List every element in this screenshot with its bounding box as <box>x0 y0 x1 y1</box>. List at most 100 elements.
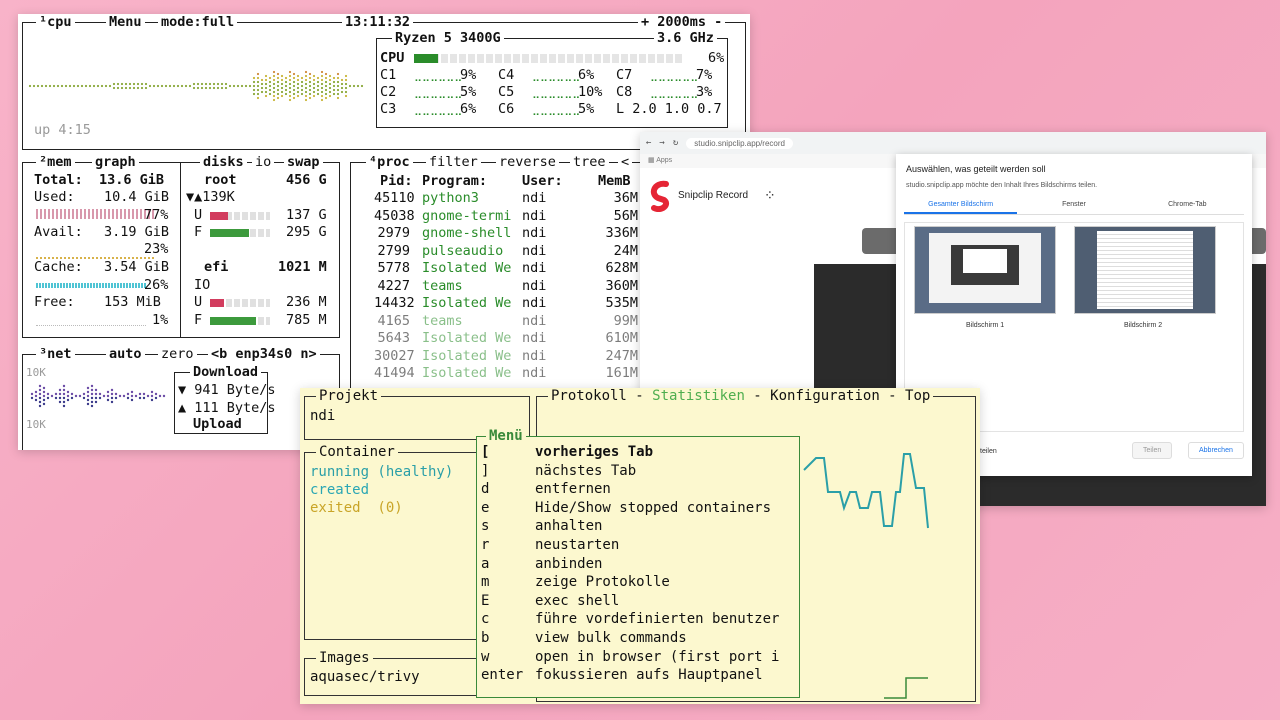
menu-item[interactable]: enter fokussieren aufs Hauptpanel <box>481 666 763 685</box>
mode-label[interactable]: mode:full <box>158 14 238 30</box>
proc-pid[interactable]: 5778 <box>374 260 410 277</box>
proc-mem[interactable]: 24M <box>598 243 638 260</box>
proc-pid[interactable]: 30027 <box>374 348 415 365</box>
menu-item[interactable]: b view bulk commands <box>481 629 687 648</box>
tab-protokoll[interactable]: Protokoll <box>551 388 627 404</box>
proc-header-program[interactable]: Program: <box>422 173 487 190</box>
proc-user[interactable]: ndi <box>522 365 546 382</box>
proc-mem[interactable]: 336M <box>598 225 638 242</box>
menu-item[interactable]: [vorheriges Tab <box>481 443 653 462</box>
proc-user[interactable]: ndi <box>522 208 546 225</box>
tab-window[interactable]: Fenster <box>1017 197 1130 214</box>
menu-item[interactable]: Eexec shell <box>481 592 619 611</box>
proc-user[interactable]: ndi <box>522 330 546 347</box>
tab-statistiken[interactable]: Statistiken <box>652 388 745 404</box>
proc-program[interactable]: Isolated We <box>422 295 511 312</box>
menu-item[interactable]: ] nächstes Tab <box>481 462 636 481</box>
share-audio-label[interactable]: teilen <box>980 448 997 455</box>
proc-header-user[interactable]: User: <box>522 173 563 190</box>
proc-sort-prev[interactable]: < <box>618 154 633 170</box>
proc-program[interactable]: pulseaudio <box>422 243 503 260</box>
container-exited[interactable]: exited (0) <box>310 500 403 517</box>
proc-user[interactable]: ndi <box>522 260 546 277</box>
proc-program[interactable]: Isolated We <box>422 365 511 382</box>
proc-program[interactable]: teams <box>422 278 463 295</box>
proc-program[interactable]: python3 <box>422 190 479 207</box>
proc-user[interactable]: ndi <box>522 295 546 312</box>
proc-pid[interactable]: 5643 <box>374 330 410 347</box>
proc-user[interactable]: ndi <box>522 190 546 207</box>
proc-mem[interactable]: 628M <box>598 260 638 277</box>
proc-pid[interactable]: 45110 <box>374 190 415 207</box>
cancel-button[interactable]: Abbrechen <box>1188 442 1244 459</box>
proc-mem[interactable]: 99M <box>598 313 638 330</box>
proc-user[interactable]: ndi <box>522 313 546 330</box>
container-running[interactable]: running (healthy) <box>310 464 453 481</box>
proc-title[interactable]: ⁴proc <box>366 154 413 170</box>
net-title[interactable]: ³net <box>36 346 75 362</box>
proc-header-pid[interactable]: Pid: <box>380 173 413 190</box>
screen-2-thumbnail[interactable] <box>1074 226 1216 314</box>
screen-1-thumbnail[interactable] <box>914 226 1056 314</box>
cpu-title[interactable]: ¹cpu <box>36 14 75 30</box>
menu-item[interactable]: m zeige Protokolle <box>481 573 670 592</box>
address-bar[interactable]: studio.snipclip.app/record <box>686 137 793 149</box>
net-zero-toggle[interactable]: zero <box>158 346 197 362</box>
mem-title[interactable]: ²mem <box>36 154 75 170</box>
proc-mem[interactable]: 247M <box>598 348 638 365</box>
container-created[interactable]: created <box>310 482 369 499</box>
proc-pid[interactable]: 41494 <box>374 365 415 382</box>
back-icon[interactable]: ← <box>646 138 651 148</box>
project-name[interactable]: ndi <box>310 408 335 425</box>
net-auto-toggle[interactable]: auto <box>106 346 145 362</box>
proc-user[interactable]: ndi <box>522 278 546 295</box>
proc-program[interactable]: Isolated We <box>422 348 511 365</box>
menu-item[interactable]: e Hide/Show stopped containers <box>481 499 771 518</box>
disks-title[interactable]: disks <box>200 154 247 170</box>
menu-item[interactable]: r neustarten <box>481 536 619 555</box>
disks-swap-toggle[interactable]: swap <box>284 154 323 170</box>
menu-item[interactable]: c führe vordefinierten benutzer <box>481 610 779 629</box>
proc-tree-toggle[interactable]: tree <box>570 154 609 170</box>
menu-button[interactable]: Menu <box>106 14 145 30</box>
proc-header-mem[interactable]: MemB <box>598 173 631 190</box>
net-interface-selector[interactable]: <b enp34s0 n> <box>208 346 320 362</box>
container-title[interactable]: Container <box>316 444 398 460</box>
bookmark-apps[interactable]: Apps <box>656 157 672 164</box>
image-item[interactable]: aquasec/trivy <box>310 669 420 686</box>
forward-icon[interactable]: → <box>659 138 664 148</box>
proc-program[interactable]: Isolated We <box>422 260 511 277</box>
proc-pid[interactable]: 2979 <box>374 225 410 242</box>
refresh-rate[interactable]: + 2000ms - <box>638 14 726 30</box>
proc-program[interactable]: gnome-shell <box>422 225 511 242</box>
proc-program[interactable]: Isolated We <box>422 330 511 347</box>
menu-item[interactable]: a anbinden <box>481 555 602 574</box>
menu-item[interactable]: s anhalten <box>481 517 602 536</box>
grid-icon[interactable]: ⁘ <box>764 188 776 204</box>
tab-entire-screen[interactable]: Gesamter Bildschirm <box>904 197 1018 214</box>
proc-user[interactable]: ndi <box>522 225 546 242</box>
proc-mem[interactable]: 56M <box>598 208 638 225</box>
menu-item[interactable]: d entfernen <box>481 480 611 499</box>
reload-icon[interactable]: ↻ <box>673 138 678 148</box>
proc-mem[interactable]: 360M <box>598 278 638 295</box>
mem-graph-toggle[interactable]: graph <box>92 154 139 170</box>
disks-io-toggle[interactable]: io <box>252 154 275 170</box>
proc-pid[interactable]: 4165 <box>374 313 410 330</box>
proc-mem[interactable]: 610M <box>598 330 638 347</box>
proc-mem[interactable]: 36M <box>598 190 638 207</box>
proc-user[interactable]: ndi <box>522 348 546 365</box>
menu-item[interactable]: w open in browser (first port i <box>481 648 779 667</box>
proc-reverse-toggle[interactable]: reverse <box>496 154 559 170</box>
tab-chrome-tab[interactable]: Chrome-Tab <box>1131 197 1244 214</box>
proc-pid[interactable]: 45038 <box>374 208 415 225</box>
proc-filter-toggle[interactable]: filter <box>426 154 481 170</box>
project-title[interactable]: Projekt <box>316 388 382 404</box>
proc-program[interactable]: teams <box>422 313 463 330</box>
proc-user[interactable]: ndi <box>522 243 546 260</box>
proc-mem[interactable]: 161M <box>598 365 638 382</box>
images-title[interactable]: Images <box>316 650 373 666</box>
proc-pid[interactable]: 2799 <box>374 243 410 260</box>
proc-mem[interactable]: 535M <box>598 295 638 312</box>
proc-pid[interactable]: 4227 <box>374 278 410 295</box>
